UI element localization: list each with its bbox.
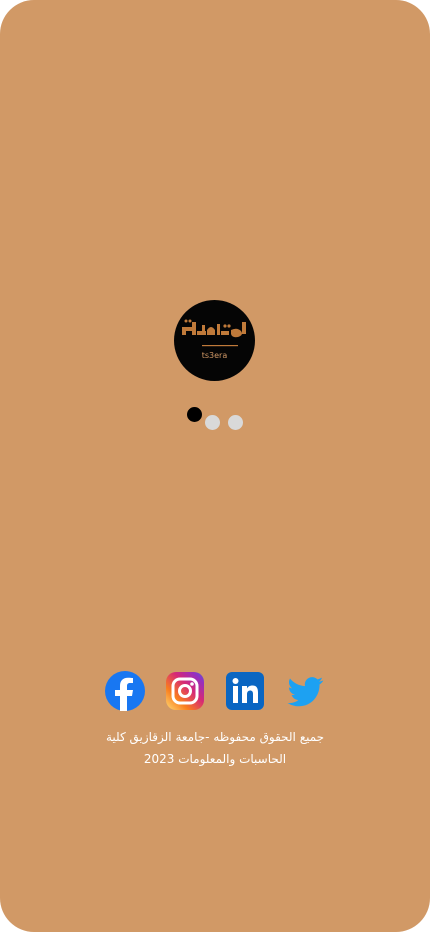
app-logo: ts3era: [174, 300, 255, 381]
logo-subtitle: ts3era: [201, 351, 228, 360]
linkedin-icon: [226, 672, 264, 710]
instagram-icon: [166, 672, 204, 710]
copyright-line-2: الحاسبات والمعلومات 2023: [143, 752, 287, 766]
copyright-line-1: جميع الحقوق محفوظه -جامعة الزقازيق كلية: [105, 730, 325, 744]
twitter-icon: [287, 677, 324, 707]
twitter-link[interactable]: [285, 671, 325, 711]
facebook-icon: [105, 671, 145, 711]
page-indicator-dot-active[interactable]: [187, 407, 202, 422]
page-indicator-dot[interactable]: [205, 415, 220, 430]
instagram-link[interactable]: [165, 671, 205, 711]
logo-wordmark-graphic: [182, 319, 246, 347]
page-indicator-dot[interactable]: [228, 415, 243, 430]
copyright-footer: جميع الحقوق محفوظه -جامعة الزقازيق كلية …: [90, 726, 340, 770]
facebook-link[interactable]: [105, 671, 145, 711]
linkedin-link[interactable]: [225, 671, 265, 711]
splash-screen: ts3era جميع الحقوق محفوظه -جامعة الزقازي…: [0, 0, 430, 932]
